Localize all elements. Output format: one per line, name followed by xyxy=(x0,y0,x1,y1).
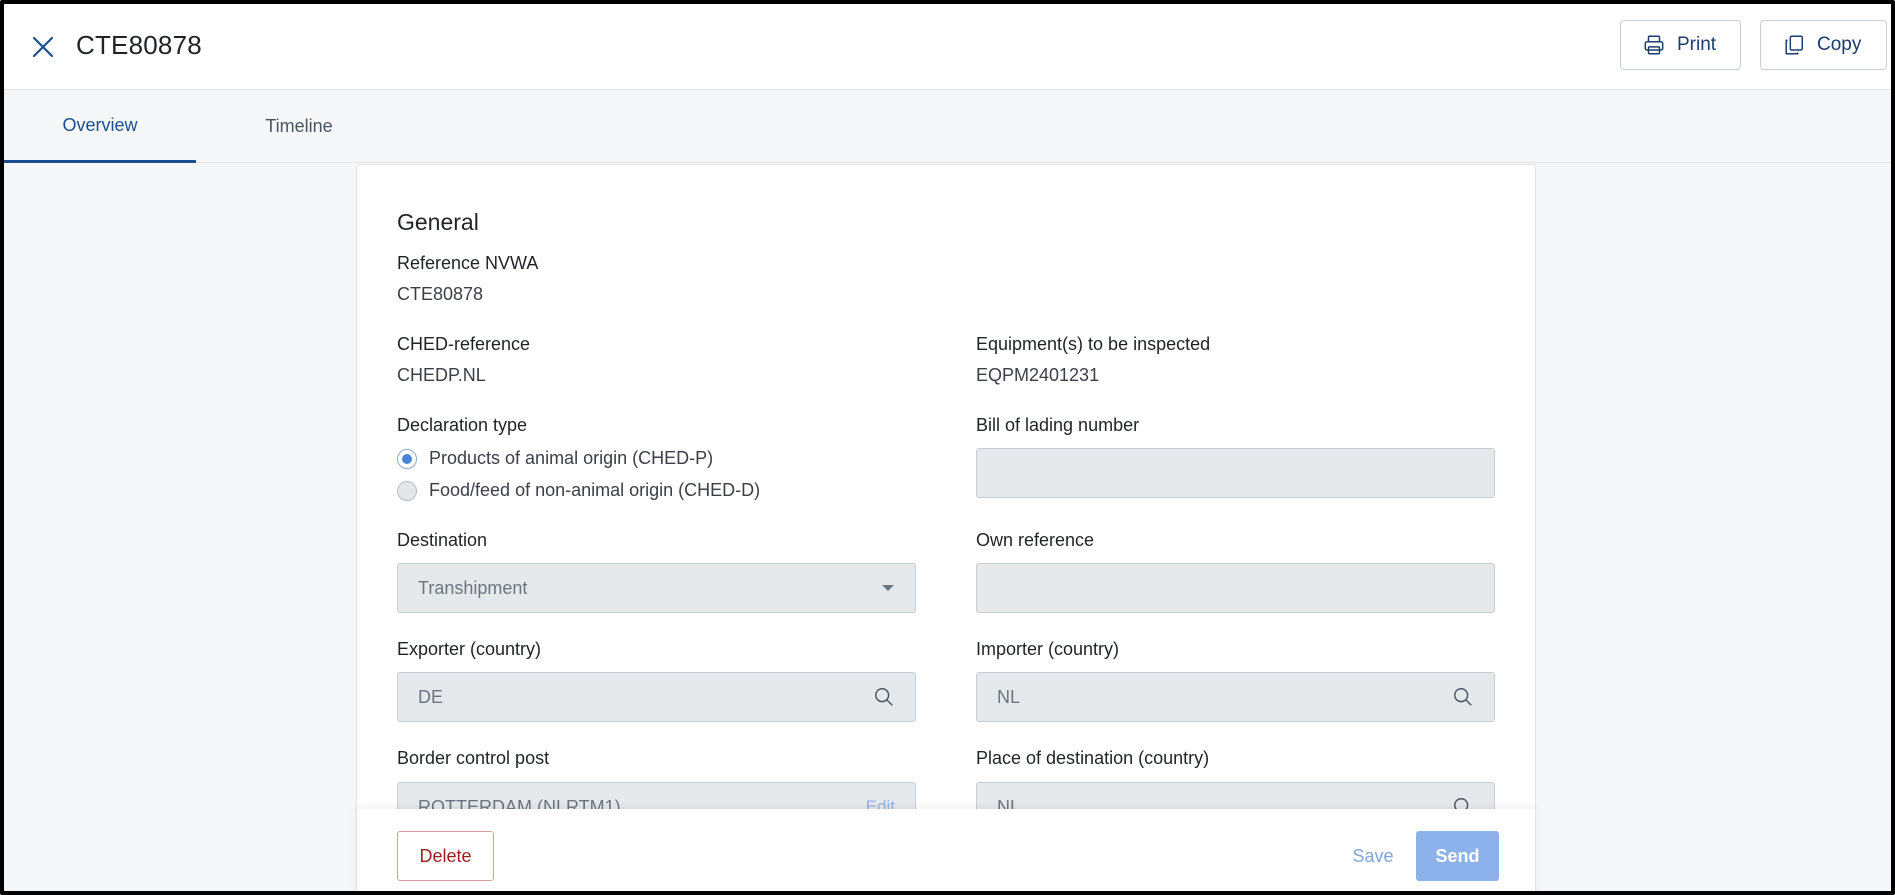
own-reference-label: Own reference xyxy=(976,530,1095,550)
page-title: CTE80878 xyxy=(76,30,202,60)
save-button[interactable]: Save xyxy=(1343,831,1403,881)
reference-nvwa-value: CTE80878 xyxy=(397,284,484,304)
tab-bar: Overview Timeline xyxy=(4,90,1891,163)
bill-of-lading-field[interactable] xyxy=(976,448,1495,498)
caret-down-icon xyxy=(881,584,895,592)
tab-timeline[interactable]: Timeline xyxy=(214,90,384,163)
reference-nvwa-label: Reference NVWA xyxy=(397,253,539,273)
destination-value: Transhipment xyxy=(418,577,528,598)
copy-icon xyxy=(1785,35,1803,55)
close-icon xyxy=(32,36,54,58)
print-button-label: Print xyxy=(1677,34,1717,55)
importer-value: NL xyxy=(997,686,1021,707)
radio-ched-d-label: Food/feed of non-animal origin (CHED-D) xyxy=(429,480,761,500)
radio-button[interactable] xyxy=(397,480,417,501)
equipment-value: EQPM2401231 xyxy=(976,365,1100,385)
importer-label: Importer (country) xyxy=(976,639,1120,659)
own-reference-field[interactable] xyxy=(976,563,1495,613)
radio-ched-p[interactable]: Products of animal origin (CHED-P) xyxy=(397,448,713,469)
send-button[interactable]: Send xyxy=(1416,831,1499,881)
delete-button[interactable]: Delete xyxy=(397,831,494,881)
radio-button-checked[interactable] xyxy=(397,448,417,469)
equipment-label: Equipment(s) to be inspected xyxy=(976,334,1211,354)
importer-field[interactable]: NL xyxy=(976,672,1495,722)
place-of-destination-label: Place of destination (country) xyxy=(976,748,1210,768)
print-button[interactable]: Print xyxy=(1620,20,1741,70)
exporter-field[interactable]: DE xyxy=(397,672,916,722)
search-icon[interactable] xyxy=(1452,686,1474,708)
border-control-post-label: Border control post xyxy=(397,748,550,768)
search-icon[interactable] xyxy=(873,686,895,708)
ched-reference-label: CHED-reference xyxy=(397,334,531,354)
tab-overview[interactable]: Overview xyxy=(4,90,196,163)
declaration-type-label: Declaration type xyxy=(397,415,528,435)
copy-button-label: Copy xyxy=(1817,34,1862,55)
ched-reference-value: CHEDP.NL xyxy=(397,365,486,385)
app-window: CTE80878 Print Copy Overview Timeline Ge… xyxy=(0,0,1895,895)
radio-ched-d[interactable]: Food/feed of non-animal origin (CHED-D) xyxy=(397,480,760,501)
destination-select[interactable]: Transhipment xyxy=(397,563,916,613)
page-header: CTE80878 Print Copy xyxy=(4,4,1891,90)
bill-of-lading-label: Bill of lading number xyxy=(976,415,1140,435)
printer-icon xyxy=(1644,35,1664,55)
destination-label: Destination xyxy=(397,530,488,550)
general-card: General Reference NVWA CTE80878 CHED-ref… xyxy=(356,164,1536,891)
action-bar: Delete Save Send xyxy=(356,809,1536,891)
copy-button[interactable]: Copy xyxy=(1760,20,1887,70)
close-button[interactable] xyxy=(28,32,58,62)
exporter-label: Exporter (country) xyxy=(397,639,542,659)
radio-ched-p-label: Products of animal origin (CHED-P) xyxy=(429,448,714,468)
exporter-value: DE xyxy=(418,686,444,707)
section-title: General xyxy=(397,209,479,235)
